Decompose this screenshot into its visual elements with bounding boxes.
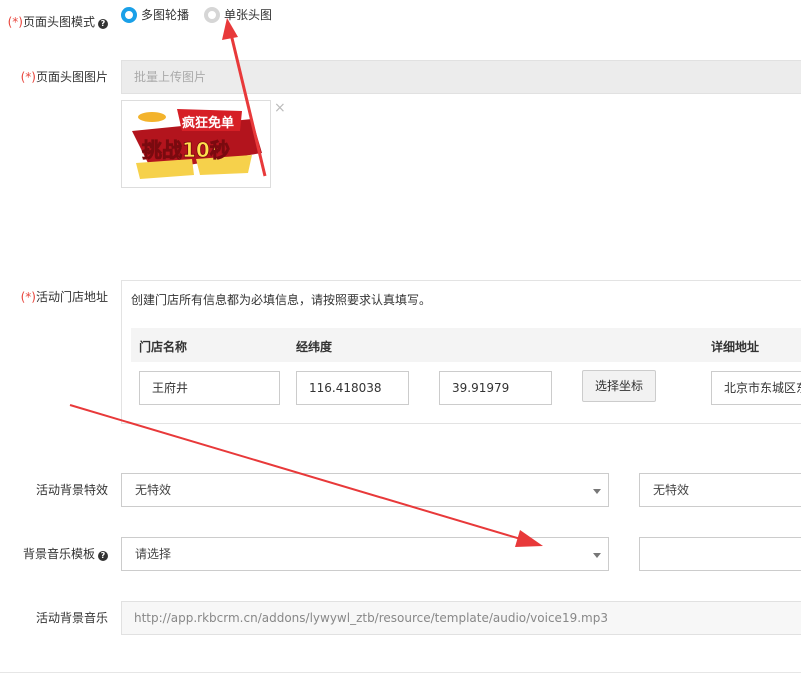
column-coordinates: 经纬度 <box>296 340 333 354</box>
header-mode-label-text: 页面头图模式 <box>22 15 95 29</box>
required-mark: (*) <box>7 15 23 29</box>
store-note: 创建门店所有信息都为必填信息，请按照要求认真填写。 <box>131 293 432 307</box>
bg-music-template-label: 背景音乐模板? <box>23 545 108 562</box>
bg-effect-label: 活动背景特效 <box>35 483 108 497</box>
help-icon[interactable]: ? <box>98 551 108 561</box>
bg-effect-value: 无特效 <box>135 483 172 497</box>
radio-multi-carousel-label: 多图轮播 <box>141 8 190 22</box>
bg-effect-select[interactable]: 无特效 <box>121 473 609 507</box>
thumbnail-graphic: 疯狂免单 挑战10秒 <box>132 109 262 179</box>
header-image-label-text: 页面头图图片 <box>35 70 108 84</box>
bg-music-template-select[interactable]: 请选择 <box>121 537 609 571</box>
pick-coordinates-button[interactable]: 选择坐标 <box>582 370 656 402</box>
latitude-input[interactable]: 39.91979 <box>439 371 552 405</box>
column-store-name: 门店名称 <box>139 340 188 354</box>
bg-music-url-field[interactable]: http://app.rkbcrm.cn/addons/lywywl_ztb/r… <box>121 601 801 635</box>
store-address-label: (*)活动门店地址 <box>21 288 108 305</box>
caret-down-icon <box>593 489 601 494</box>
bg-effect-select-2[interactable]: 无特效 <box>639 473 801 507</box>
radio-single-image[interactable]: 单张头图 <box>204 6 272 23</box>
radio-unselected-icon <box>204 6 220 23</box>
caret-down-icon <box>593 553 601 558</box>
bg-music-label: 活动背景音乐 <box>35 611 108 625</box>
thumbnail-title-main: 挑战10秒 <box>142 138 230 162</box>
store-address-label-text: 活动门店地址 <box>35 290 108 304</box>
longitude-input[interactable]: 116.418038 <box>296 371 409 405</box>
store-table-header <box>131 328 801 362</box>
store-name-input[interactable]: 王府井 <box>139 371 280 405</box>
required-mark: (*) <box>20 70 36 84</box>
required-mark: (*) <box>20 290 36 304</box>
thumbnail-title-top: 疯狂免单 <box>182 115 234 131</box>
column-address: 详细地址 <box>711 340 760 354</box>
help-icon[interactable]: ? <box>98 19 108 29</box>
close-icon[interactable]: × <box>274 101 286 115</box>
bg-music-template-label-text: 背景音乐模板 <box>22 547 95 561</box>
radio-selected-icon <box>121 6 137 23</box>
bg-effect-value-2: 无特效 <box>653 483 690 497</box>
radio-multi-carousel[interactable]: 多图轮播 <box>121 6 189 23</box>
address-input[interactable]: 北京市东城区东 <box>711 371 801 405</box>
header-image-thumbnail: 疯狂免单 挑战10秒 <box>121 100 271 188</box>
bg-music-template-select-2[interactable] <box>639 537 801 571</box>
header-image-label: (*)页面头图图片 <box>21 68 108 85</box>
bg-music-template-value: 请选择 <box>135 547 172 561</box>
radio-single-image-label: 单张头图 <box>224 8 273 22</box>
batch-upload-button[interactable]: 批量上传图片 <box>121 60 801 94</box>
divider <box>0 672 801 673</box>
header-mode-label: (*)页面头图模式? <box>8 13 108 30</box>
